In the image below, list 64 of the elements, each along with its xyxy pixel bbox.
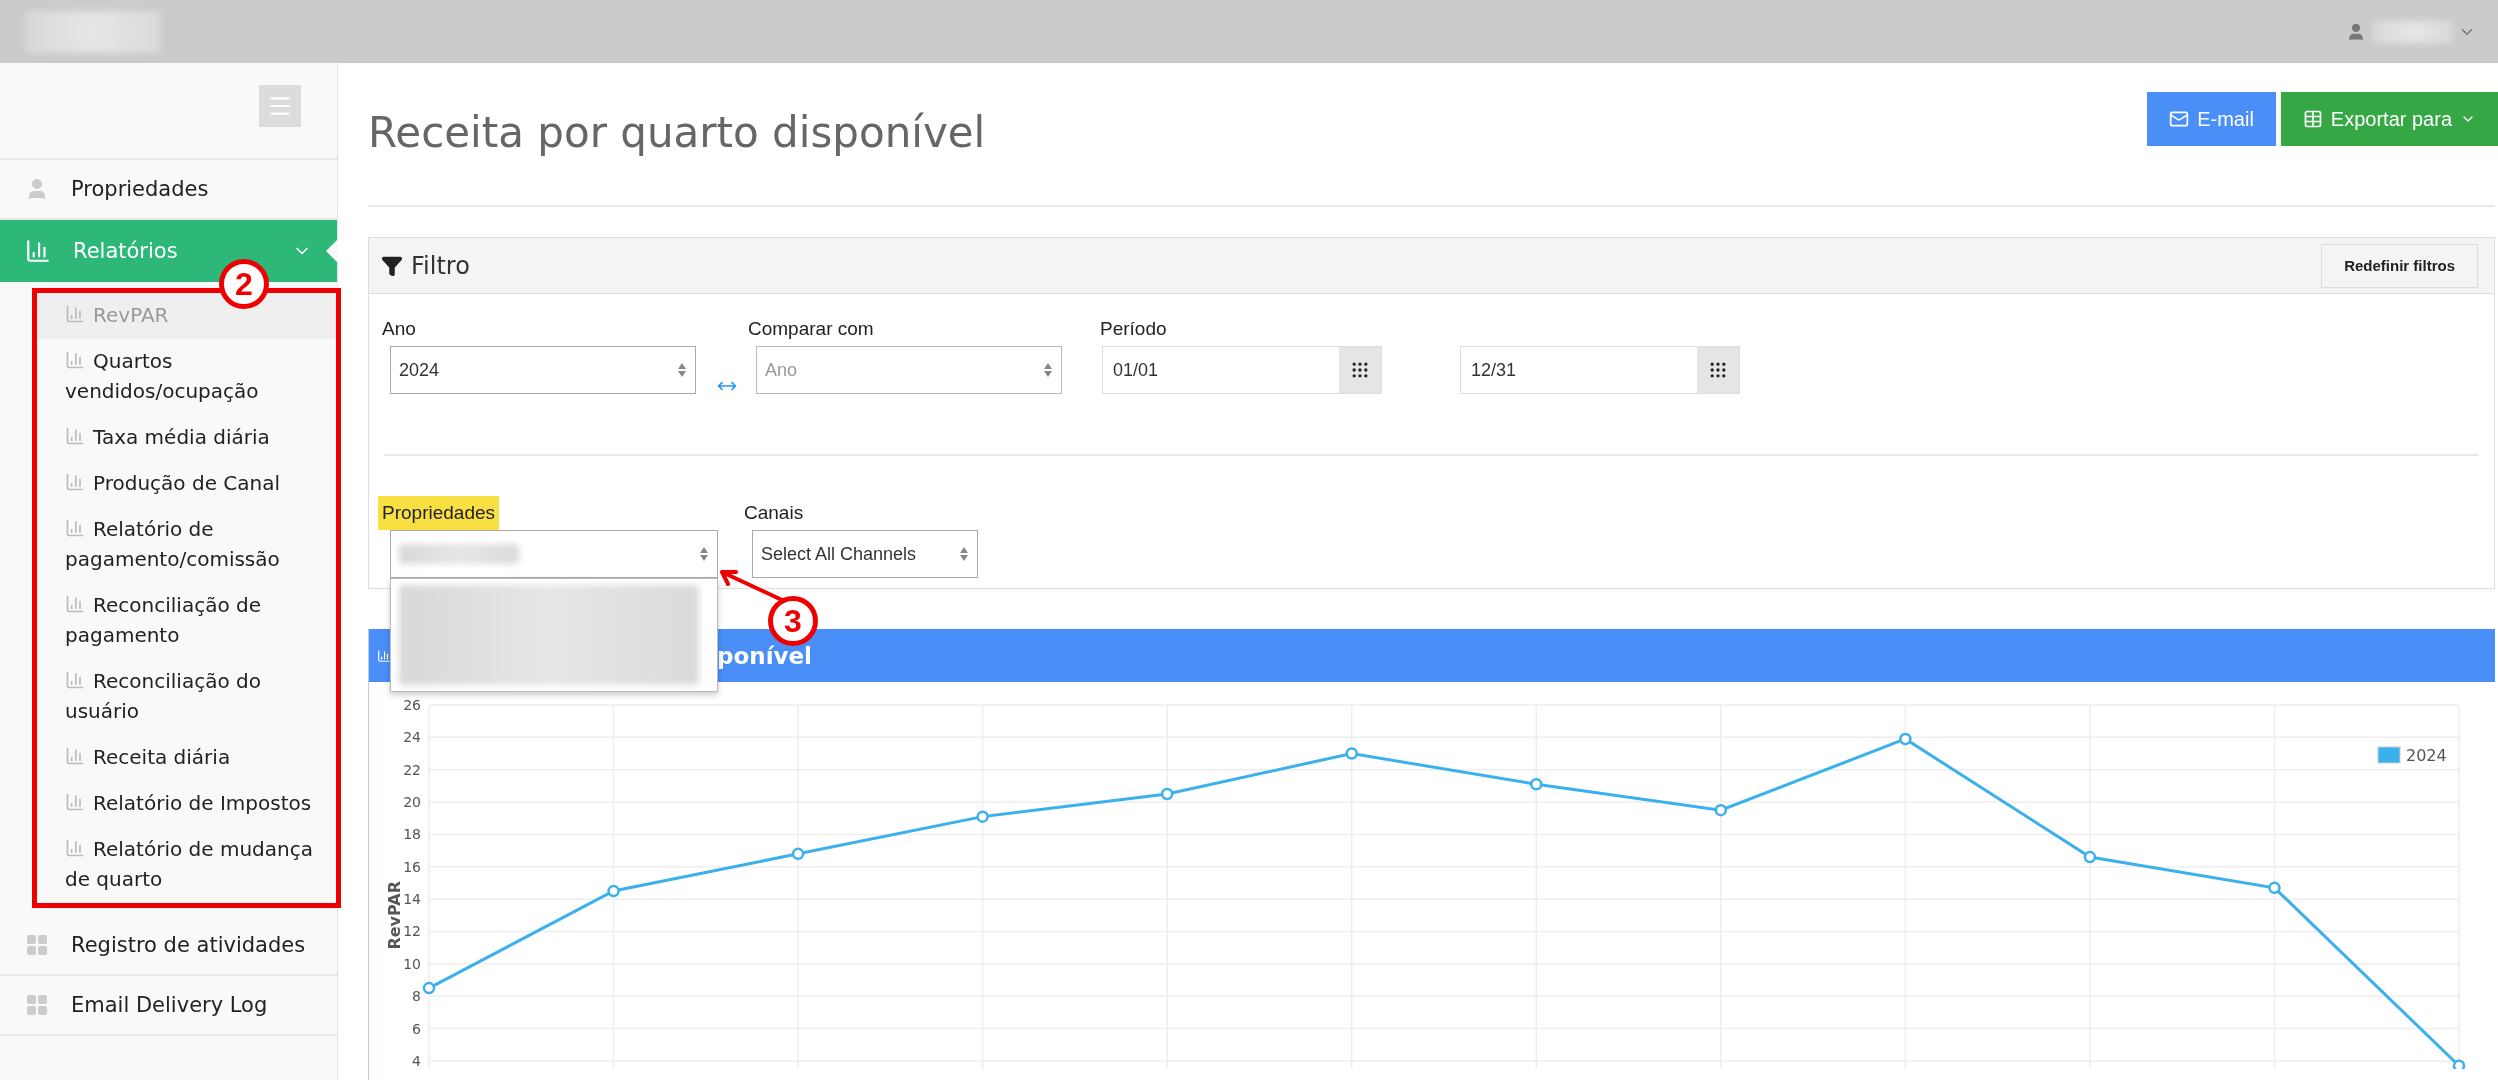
sort-arrows-icon	[677, 362, 687, 378]
bar-chart-icon	[65, 426, 85, 446]
start-date-field[interactable]: 01/01	[1102, 346, 1382, 394]
calendar-button[interactable]	[1697, 347, 1739, 393]
calendar-grid-icon	[1708, 360, 1728, 380]
funnel-icon	[381, 254, 403, 277]
axis-tick-label: 12	[403, 923, 421, 940]
submenu-item[interactable]: Quartos vendidos/ocupação	[37, 339, 336, 415]
submenu-item[interactable]: Receita diária	[37, 735, 336, 781]
submenu-item[interactable]: Relatório de pagamento/comissão	[37, 507, 336, 583]
filter-title: Filtro	[411, 251, 470, 280]
submenu-item[interactable]: Relatório de Impostos	[37, 781, 336, 827]
field-label: Período	[1099, 317, 1168, 341]
field-label: Propriedades	[378, 496, 500, 530]
axis-tick-label: 26	[403, 697, 421, 713]
axis-tick-label: 6	[412, 1020, 421, 1037]
bar-chart-icon	[65, 594, 85, 614]
axis-tick-label: 20	[403, 794, 421, 811]
end-date-field[interactable]: 12/31	[1460, 346, 1740, 394]
table-icon	[2302, 109, 2323, 129]
axis-tick-label: 4	[412, 1052, 421, 1069]
year-select[interactable]: 2024	[390, 346, 696, 394]
sort-arrows-icon	[699, 546, 709, 562]
sort-arrows-icon	[1043, 362, 1053, 378]
submenu-item[interactable]: Produção de Canal	[37, 461, 336, 507]
sort-arrows-icon	[959, 546, 969, 562]
axis-title: RevPAR	[385, 881, 404, 950]
calendar-grid-icon	[1350, 360, 1370, 380]
envelope-icon	[2169, 109, 2190, 129]
bar-chart-icon	[65, 304, 85, 324]
axis-tick-label: 14	[403, 891, 421, 908]
axis-tick-label: 22	[403, 761, 421, 778]
bar-chart-icon	[65, 746, 85, 766]
axis-tick-label: 16	[403, 858, 421, 875]
field-label: Comparar com	[747, 317, 875, 341]
submenu-item[interactable]: Reconciliação do usuário	[37, 659, 336, 735]
reset-filters-button[interactable]: Redefinir filtros	[2321, 243, 2478, 288]
axis-tick-label: 24	[403, 729, 421, 746]
legend-label: 2024	[2406, 746, 2447, 765]
bar-chart-icon	[25, 238, 51, 264]
axis-tick-label: 8	[412, 988, 421, 1005]
axis-tick-label: 10	[403, 955, 421, 972]
submenu-item[interactable]: Relatório de mudança de quarto	[37, 827, 336, 903]
axis-tick-label: 18	[403, 826, 421, 843]
sidebar-item[interactable]: Registro de atividades	[0, 916, 337, 976]
calendar-button[interactable]	[1339, 347, 1381, 393]
annotation-badge: 3	[768, 596, 818, 646]
bar-chart-icon	[65, 792, 85, 812]
sidebar-item[interactable]: Email Delivery Log	[0, 976, 337, 1036]
bar-chart-icon	[65, 670, 85, 690]
channels-select[interactable]: Select All Channels	[752, 530, 978, 578]
properties-select[interactable]	[390, 530, 718, 578]
bar-chart-icon	[65, 350, 85, 370]
field-label: Ano	[381, 317, 417, 341]
page-title: Receita por quarto disponível	[368, 108, 986, 157]
person-icon	[2346, 21, 2366, 42]
bar-chart-icon	[65, 838, 85, 858]
submenu-item[interactable]: Reconciliação de pagamento	[37, 583, 336, 659]
bar-chart-icon	[65, 472, 85, 492]
submenu-item[interactable]: Taxa média diária	[37, 415, 336, 461]
field-label: Canais	[743, 501, 805, 525]
grid-icon	[25, 933, 49, 957]
bar-chart-icon	[65, 518, 85, 538]
grid-icon	[25, 993, 49, 1017]
